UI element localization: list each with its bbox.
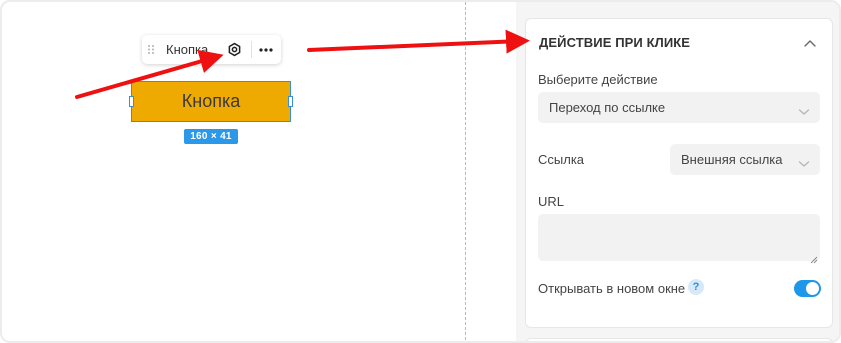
url-textarea[interactable] [538,214,820,264]
help-icon[interactable]: ? [688,279,704,295]
drag-handle-icon[interactable] [145,44,157,55]
canvas-boundary [465,2,466,341]
link-label: Ссылка [538,152,585,167]
chevron-down-icon [798,156,810,167]
action-select-value: Переход по ссылке [549,100,666,115]
action-label: Выберите действие [538,72,658,87]
element-toolbar: Кнопка [142,35,281,64]
next-section [525,338,833,341]
canvas-area[interactable]: Кнопка Кнопка 160 × 41 [2,2,466,341]
link-type-value: Внешняя ссылка [681,152,783,167]
section-title: ДЕЙСТВИЕ ПРИ КЛИКЕ [539,35,691,50]
resize-grip-icon[interactable] [810,251,818,264]
size-badge: 160 × 41 [184,129,238,144]
new-window-toggle[interactable] [794,280,821,297]
toggle-knob [806,282,819,295]
resize-handle-left[interactable] [129,96,134,107]
toolbar-element-label: Кнопка [166,42,209,57]
chevron-down-icon [798,104,810,115]
url-label: URL [538,194,565,209]
editor-frame: Кнопка Кнопка 160 × 41 ДЕЙСТВИЕ ПРИ КЛИК… [0,0,841,343]
link-type-select[interactable]: Внешняя ссылка [670,144,820,175]
resize-handle-right[interactable] [288,96,293,107]
new-window-label: Открывать в новом окне [538,281,686,296]
canvas-button[interactable]: Кнопка [132,82,290,121]
action-select[interactable]: Переход по ссылке [538,92,820,123]
chevron-up-icon[interactable] [803,36,817,48]
toolbar-separator [251,41,252,58]
gear-icon[interactable] [226,41,243,58]
more-horizontal-icon[interactable] [257,41,274,58]
